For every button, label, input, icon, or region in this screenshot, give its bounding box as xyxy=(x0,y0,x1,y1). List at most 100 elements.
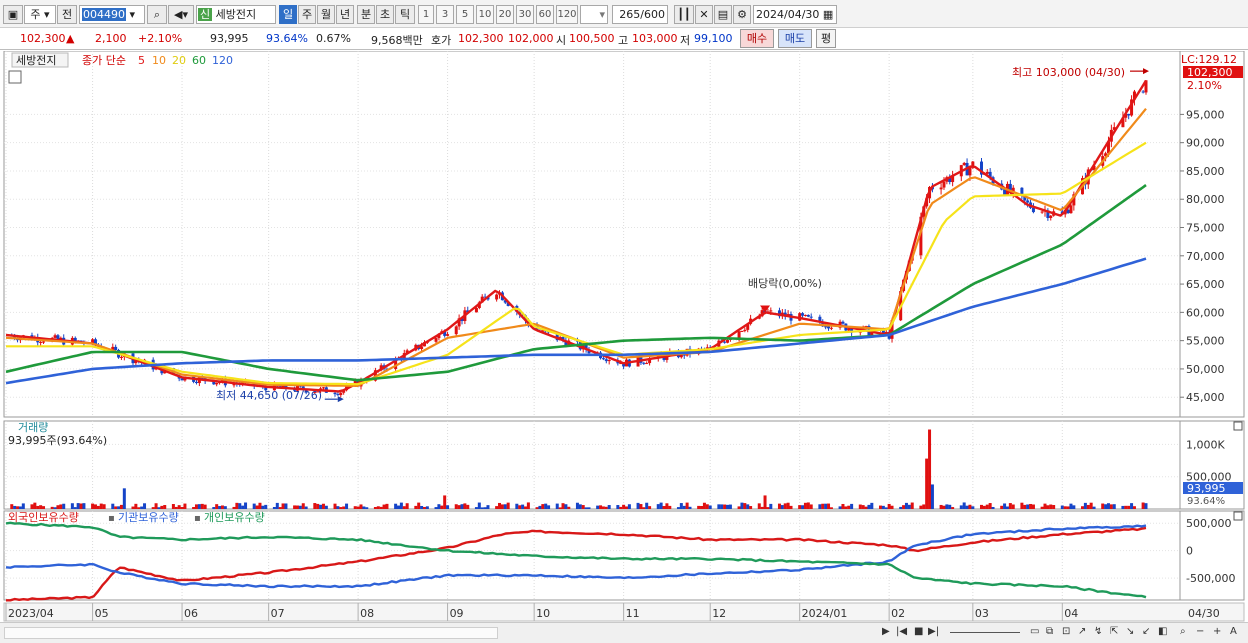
window-icon[interactable]: ▣ xyxy=(3,5,23,24)
interval-120[interactable]: 120 xyxy=(556,5,578,24)
tool-icon-2[interactable]: ⧉ xyxy=(1046,626,1053,637)
volume-bar xyxy=(564,504,568,509)
volume-bar xyxy=(321,503,325,509)
volume-bar xyxy=(939,504,943,509)
ma120-legend: 120 xyxy=(212,54,233,67)
jeon-button[interactable]: 전 xyxy=(57,5,77,24)
period-tick-tab[interactable]: 틱 xyxy=(395,5,415,24)
tool-icon-9[interactable]: ◧ xyxy=(1158,626,1167,637)
period-month-tab[interactable]: 월 xyxy=(317,5,335,24)
tool-icon-8[interactable]: ↙ xyxy=(1142,626,1150,637)
volume-bar xyxy=(1081,506,1085,509)
tool-icon-6[interactable]: ⇱ xyxy=(1110,626,1118,637)
scroll-next-icon[interactable]: ▶ xyxy=(882,626,890,637)
zoom-out-icon[interactable]: − xyxy=(1196,626,1204,637)
volume-bar xyxy=(584,507,588,509)
scroll-end-icon[interactable]: ▶| xyxy=(928,626,939,637)
stock-code-input[interactable]: 004490 ▾ xyxy=(79,5,145,24)
eval-button[interactable]: 평 xyxy=(816,29,836,48)
volume-bar xyxy=(255,505,259,509)
period-day-tab[interactable]: 일 xyxy=(279,5,297,24)
interval-dropdown[interactable]: ▾ xyxy=(580,5,608,24)
tool-icon-5[interactable]: ↯ xyxy=(1094,626,1102,637)
scroll-start-icon[interactable]: |◀ xyxy=(896,626,907,637)
volume-current-pct: 93.64% xyxy=(1187,496,1225,507)
zoom-icon[interactable]: ⌕ xyxy=(1180,626,1186,637)
volume-bar xyxy=(140,506,144,509)
period-year-tab[interactable]: 년 xyxy=(336,5,354,24)
volume-bar xyxy=(619,506,623,509)
volume-bar xyxy=(642,507,646,509)
tool-icon-3[interactable]: ⊡ xyxy=(1062,626,1070,637)
date-field[interactable]: 2024/04/30 ▦ xyxy=(753,5,837,24)
interval-20[interactable]: 20 xyxy=(496,5,514,24)
search-icon[interactable]: ⌕ xyxy=(147,5,167,24)
volume-bar xyxy=(278,507,282,509)
volume-bar xyxy=(417,502,421,509)
volume-bar xyxy=(405,503,409,509)
volume-bar xyxy=(1008,503,1012,509)
buy-button[interactable]: 매수 xyxy=(740,29,774,48)
speaker-icon[interactable]: ◀▾ xyxy=(168,5,194,24)
interval-60[interactable]: 60 xyxy=(536,5,554,24)
volume-bar xyxy=(319,504,323,509)
zoom-in-icon[interactable]: + xyxy=(1213,626,1221,637)
candle-body xyxy=(645,363,649,365)
volume-bar xyxy=(394,503,398,509)
stock-name-field[interactable]: 신 세방전지 xyxy=(196,5,276,24)
count-field[interactable]: 265/600 xyxy=(612,5,668,24)
ma60-legend: 60 xyxy=(192,54,206,67)
volume-bar xyxy=(480,507,484,509)
period-minute-tab[interactable]: 분 xyxy=(357,5,375,24)
stock-chart[interactable]: 2023/04 05 06 07 08 09 10 11 12 2024/01 02 03 0495,0… xyxy=(0,51,1248,622)
interval-3[interactable]: 3 xyxy=(436,5,454,24)
volume-bar xyxy=(518,505,522,509)
tool-icon-4[interactable]: ↗ xyxy=(1078,626,1086,637)
volume-bar xyxy=(503,504,507,509)
volume-pane-close-icon[interactable] xyxy=(1233,421,1243,431)
foreign-legend: 외국인보유수량 xyxy=(8,511,79,524)
candle-body xyxy=(73,337,77,341)
volume-bar xyxy=(1043,503,1047,509)
zoom-slider[interactable] xyxy=(950,632,1020,633)
interval-5[interactable]: 5 xyxy=(456,5,474,24)
count-max: /600 xyxy=(640,8,665,21)
x-tick-label-6: 10 xyxy=(536,607,550,620)
x-end-label: 04/30 xyxy=(1188,607,1220,620)
sell-button[interactable]: 매도 xyxy=(778,29,812,48)
expand-icon[interactable]: A xyxy=(1230,626,1237,637)
crosshair-icon[interactable]: ✕ xyxy=(695,5,713,24)
volume-bar xyxy=(607,505,611,509)
gear-icon[interactable]: ⚙ xyxy=(733,5,751,24)
interval-30[interactable]: 30 xyxy=(516,5,534,24)
low-price: 99,100 xyxy=(694,32,733,45)
period-week-tab[interactable]: 주 xyxy=(298,5,316,24)
period-second-tab[interactable]: 초 xyxy=(376,5,394,24)
volume-bar xyxy=(841,503,845,509)
tool-icon-1[interactable]: ▭ xyxy=(1030,626,1039,637)
volume-bar xyxy=(982,505,986,509)
volume-bar xyxy=(648,506,652,509)
volume-bar xyxy=(538,505,542,509)
interval-10[interactable]: 10 xyxy=(476,5,494,24)
volume-bar xyxy=(881,505,885,509)
stop-icon[interactable]: ■ xyxy=(914,626,923,637)
interval-1[interactable]: 1 xyxy=(418,5,434,24)
volume-bar xyxy=(171,504,175,509)
grid-toggle-icon[interactable] xyxy=(8,70,22,84)
volume-bar xyxy=(500,504,504,509)
candle-body xyxy=(1141,91,1145,93)
scroll-track[interactable] xyxy=(4,627,498,639)
volume-bar xyxy=(486,505,490,509)
tool-icon-7[interactable]: ↘ xyxy=(1126,626,1134,637)
volume-bar xyxy=(726,504,730,509)
volume-bar xyxy=(304,506,308,509)
investor-pane-close-icon[interactable] xyxy=(1233,511,1243,521)
market-select[interactable]: 주 ▾ xyxy=(24,5,56,24)
volume-bar xyxy=(1109,504,1113,509)
volume-bar xyxy=(99,503,103,509)
candle-type-icon[interactable]: ┃┃ xyxy=(674,5,694,24)
volume-bar xyxy=(298,505,302,509)
save-icon[interactable]: ▤ xyxy=(714,5,732,24)
volume-bar xyxy=(928,429,932,509)
